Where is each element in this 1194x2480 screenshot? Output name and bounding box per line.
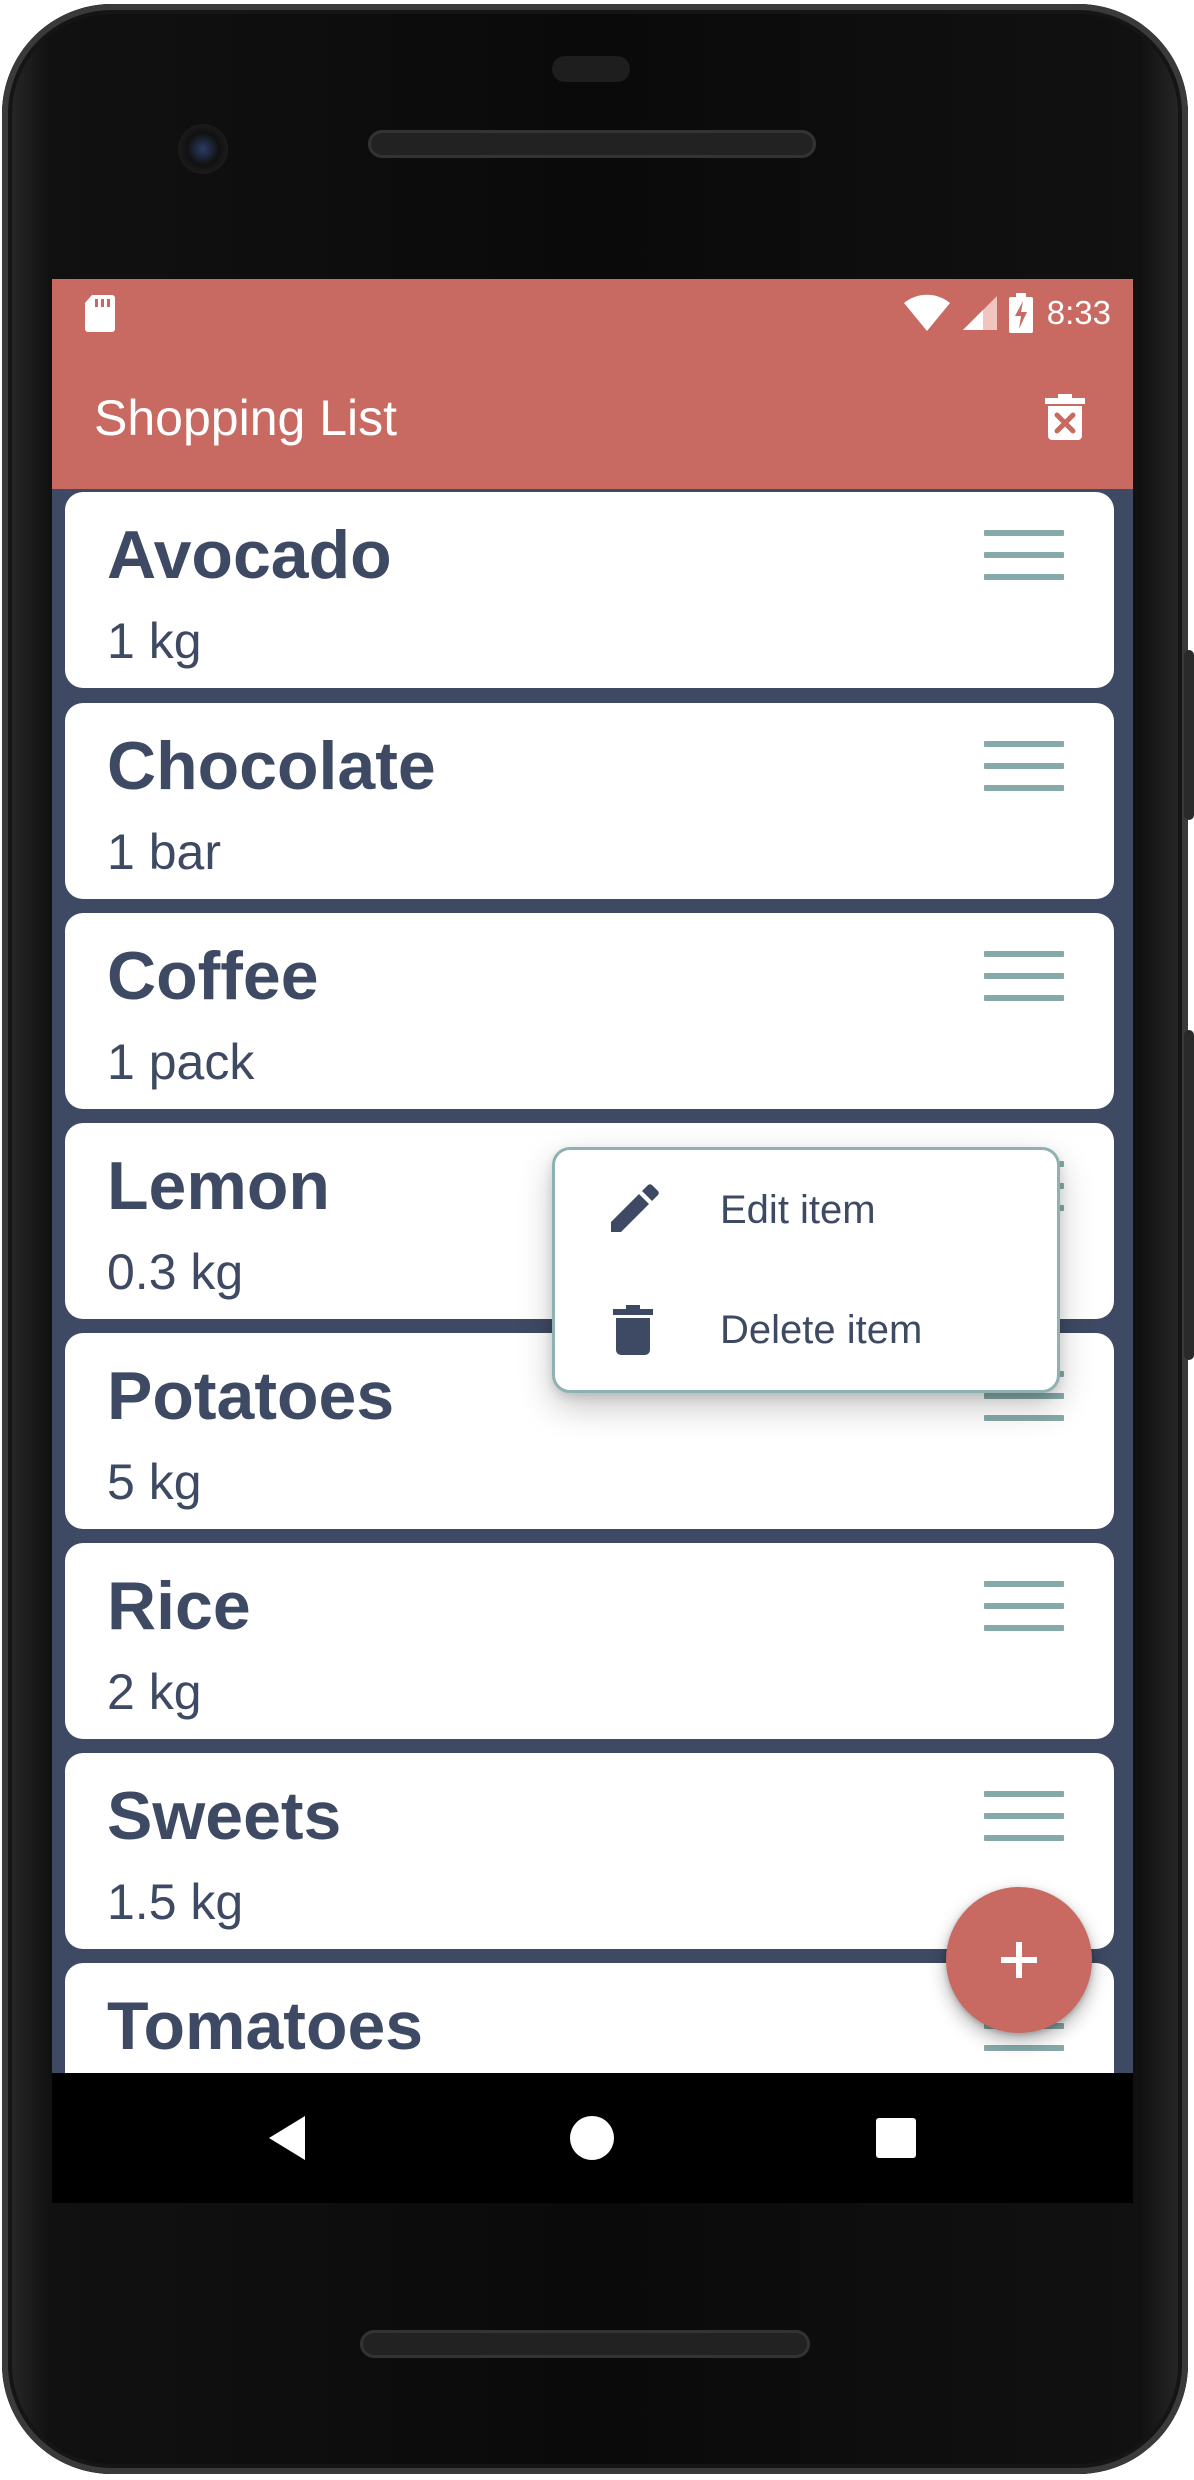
item-name: Avocado bbox=[107, 517, 392, 593]
app-screen: 8:33 Shopping List Avocado 1 kg Chocolat… bbox=[52, 279, 1133, 2073]
list-item[interactable]: Chocolate 1 bar bbox=[65, 703, 1114, 899]
edit-item-menu-item[interactable]: Edit item bbox=[555, 1150, 1057, 1270]
item-quantity: 1 kg bbox=[107, 613, 202, 669]
edit-item-label: Edit item bbox=[720, 1187, 876, 1232]
status-bar: 8:33 bbox=[52, 279, 1133, 347]
item-name: Tomatoes bbox=[107, 1988, 424, 2064]
drag-handle-icon[interactable] bbox=[984, 949, 1064, 1005]
page-title: Shopping List bbox=[94, 390, 398, 446]
nav-home-button[interactable] bbox=[557, 2103, 627, 2173]
item-name: Lemon bbox=[107, 1148, 330, 1224]
delete-item-menu-item[interactable]: Delete item bbox=[555, 1270, 1057, 1390]
status-time: 8:33 bbox=[1046, 294, 1111, 331]
item-name: Coffee bbox=[107, 938, 319, 1014]
clear-list-button[interactable] bbox=[1035, 387, 1095, 447]
sd-card-icon bbox=[85, 295, 115, 332]
add-item-button[interactable] bbox=[946, 1887, 1092, 2033]
drag-handle-icon[interactable] bbox=[984, 739, 1064, 795]
item-name: Sweets bbox=[107, 1778, 342, 1854]
item-name: Chocolate bbox=[107, 728, 436, 804]
earpiece-speaker bbox=[368, 130, 816, 158]
front-camera-icon bbox=[178, 124, 228, 174]
recents-square-icon bbox=[876, 2118, 916, 2158]
volume-button bbox=[1184, 1030, 1194, 1360]
trash-icon bbox=[605, 1302, 661, 1358]
app-bar: Shopping List bbox=[52, 347, 1133, 489]
bottom-speaker bbox=[360, 2330, 810, 2358]
list-item[interactable]: Coffee 1 pack bbox=[65, 913, 1114, 1109]
item-quantity: 5 kg bbox=[107, 1454, 202, 1510]
battery-charging-icon bbox=[1008, 293, 1033, 333]
status-icons: 8:33 bbox=[903, 287, 1111, 339]
proximity-sensor bbox=[552, 56, 630, 82]
item-quantity: 0.3 kg bbox=[107, 1244, 244, 1300]
cell-signal-icon bbox=[962, 296, 997, 330]
home-circle-icon bbox=[570, 2116, 614, 2160]
pencil-icon bbox=[605, 1182, 661, 1238]
item-name: Potatoes bbox=[107, 1358, 395, 1434]
drag-handle-icon[interactable] bbox=[984, 528, 1064, 584]
back-triangle-icon bbox=[269, 2116, 305, 2160]
wifi-icon bbox=[903, 294, 950, 331]
system-nav-bar bbox=[52, 2073, 1133, 2203]
power-button bbox=[1184, 650, 1194, 820]
nav-recents-button[interactable] bbox=[861, 2103, 931, 2173]
item-quantity: 2 kg bbox=[107, 1664, 202, 1720]
item-context-menu: Edit item Delete item bbox=[552, 1147, 1060, 1393]
nav-back-button[interactable] bbox=[252, 2103, 322, 2173]
item-quantity: 1.5 kg bbox=[107, 1874, 244, 1930]
list-item[interactable]: Avocado 1 kg bbox=[65, 492, 1114, 688]
list-item[interactable]: Rice 2 kg bbox=[65, 1543, 1114, 1739]
item-quantity: 1 bar bbox=[107, 824, 221, 880]
item-quantity: 1 pack bbox=[107, 1034, 255, 1090]
plus-icon bbox=[1001, 1942, 1037, 1978]
drag-handle-icon[interactable] bbox=[984, 1579, 1064, 1635]
delete-item-label: Delete item bbox=[720, 1307, 923, 1352]
delete-forever-icon bbox=[1045, 394, 1085, 440]
item-name: Rice bbox=[107, 1568, 251, 1644]
drag-handle-icon[interactable] bbox=[984, 1789, 1064, 1845]
phone-frame: 8:33 Shopping List Avocado 1 kg Chocolat… bbox=[0, 0, 1194, 2480]
